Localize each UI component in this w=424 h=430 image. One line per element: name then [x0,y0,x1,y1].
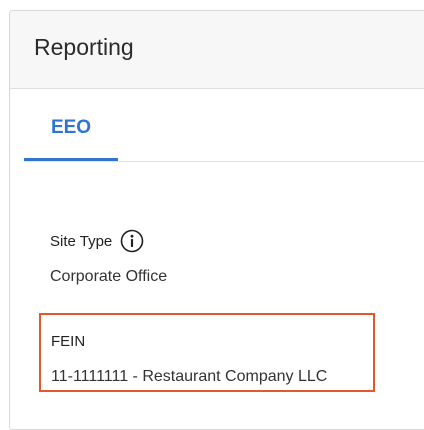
fein-value: 11-1111111 - Restaurant Company LLC [51,368,328,385]
panel-header: Reporting [10,11,424,89]
site-type-value: Corporate Office [50,268,168,285]
site-type-label-row: Site Type [50,228,167,254]
tab-eeo[interactable]: EEO [24,100,118,161]
panel-title: Reporting [34,34,134,60]
site-type-field: Site Type Corporate Office [50,228,167,286]
tab-eeo-label: EEO [50,117,92,138]
fein-field-highlight: FEIN 11-1111111 - Restaurant Company LLC [39,313,375,392]
info-icon[interactable] [120,229,144,253]
tab-bar: EEO [24,100,424,162]
fein-label: FEIN [51,333,86,350]
site-type-label: Site Type [50,232,113,250]
